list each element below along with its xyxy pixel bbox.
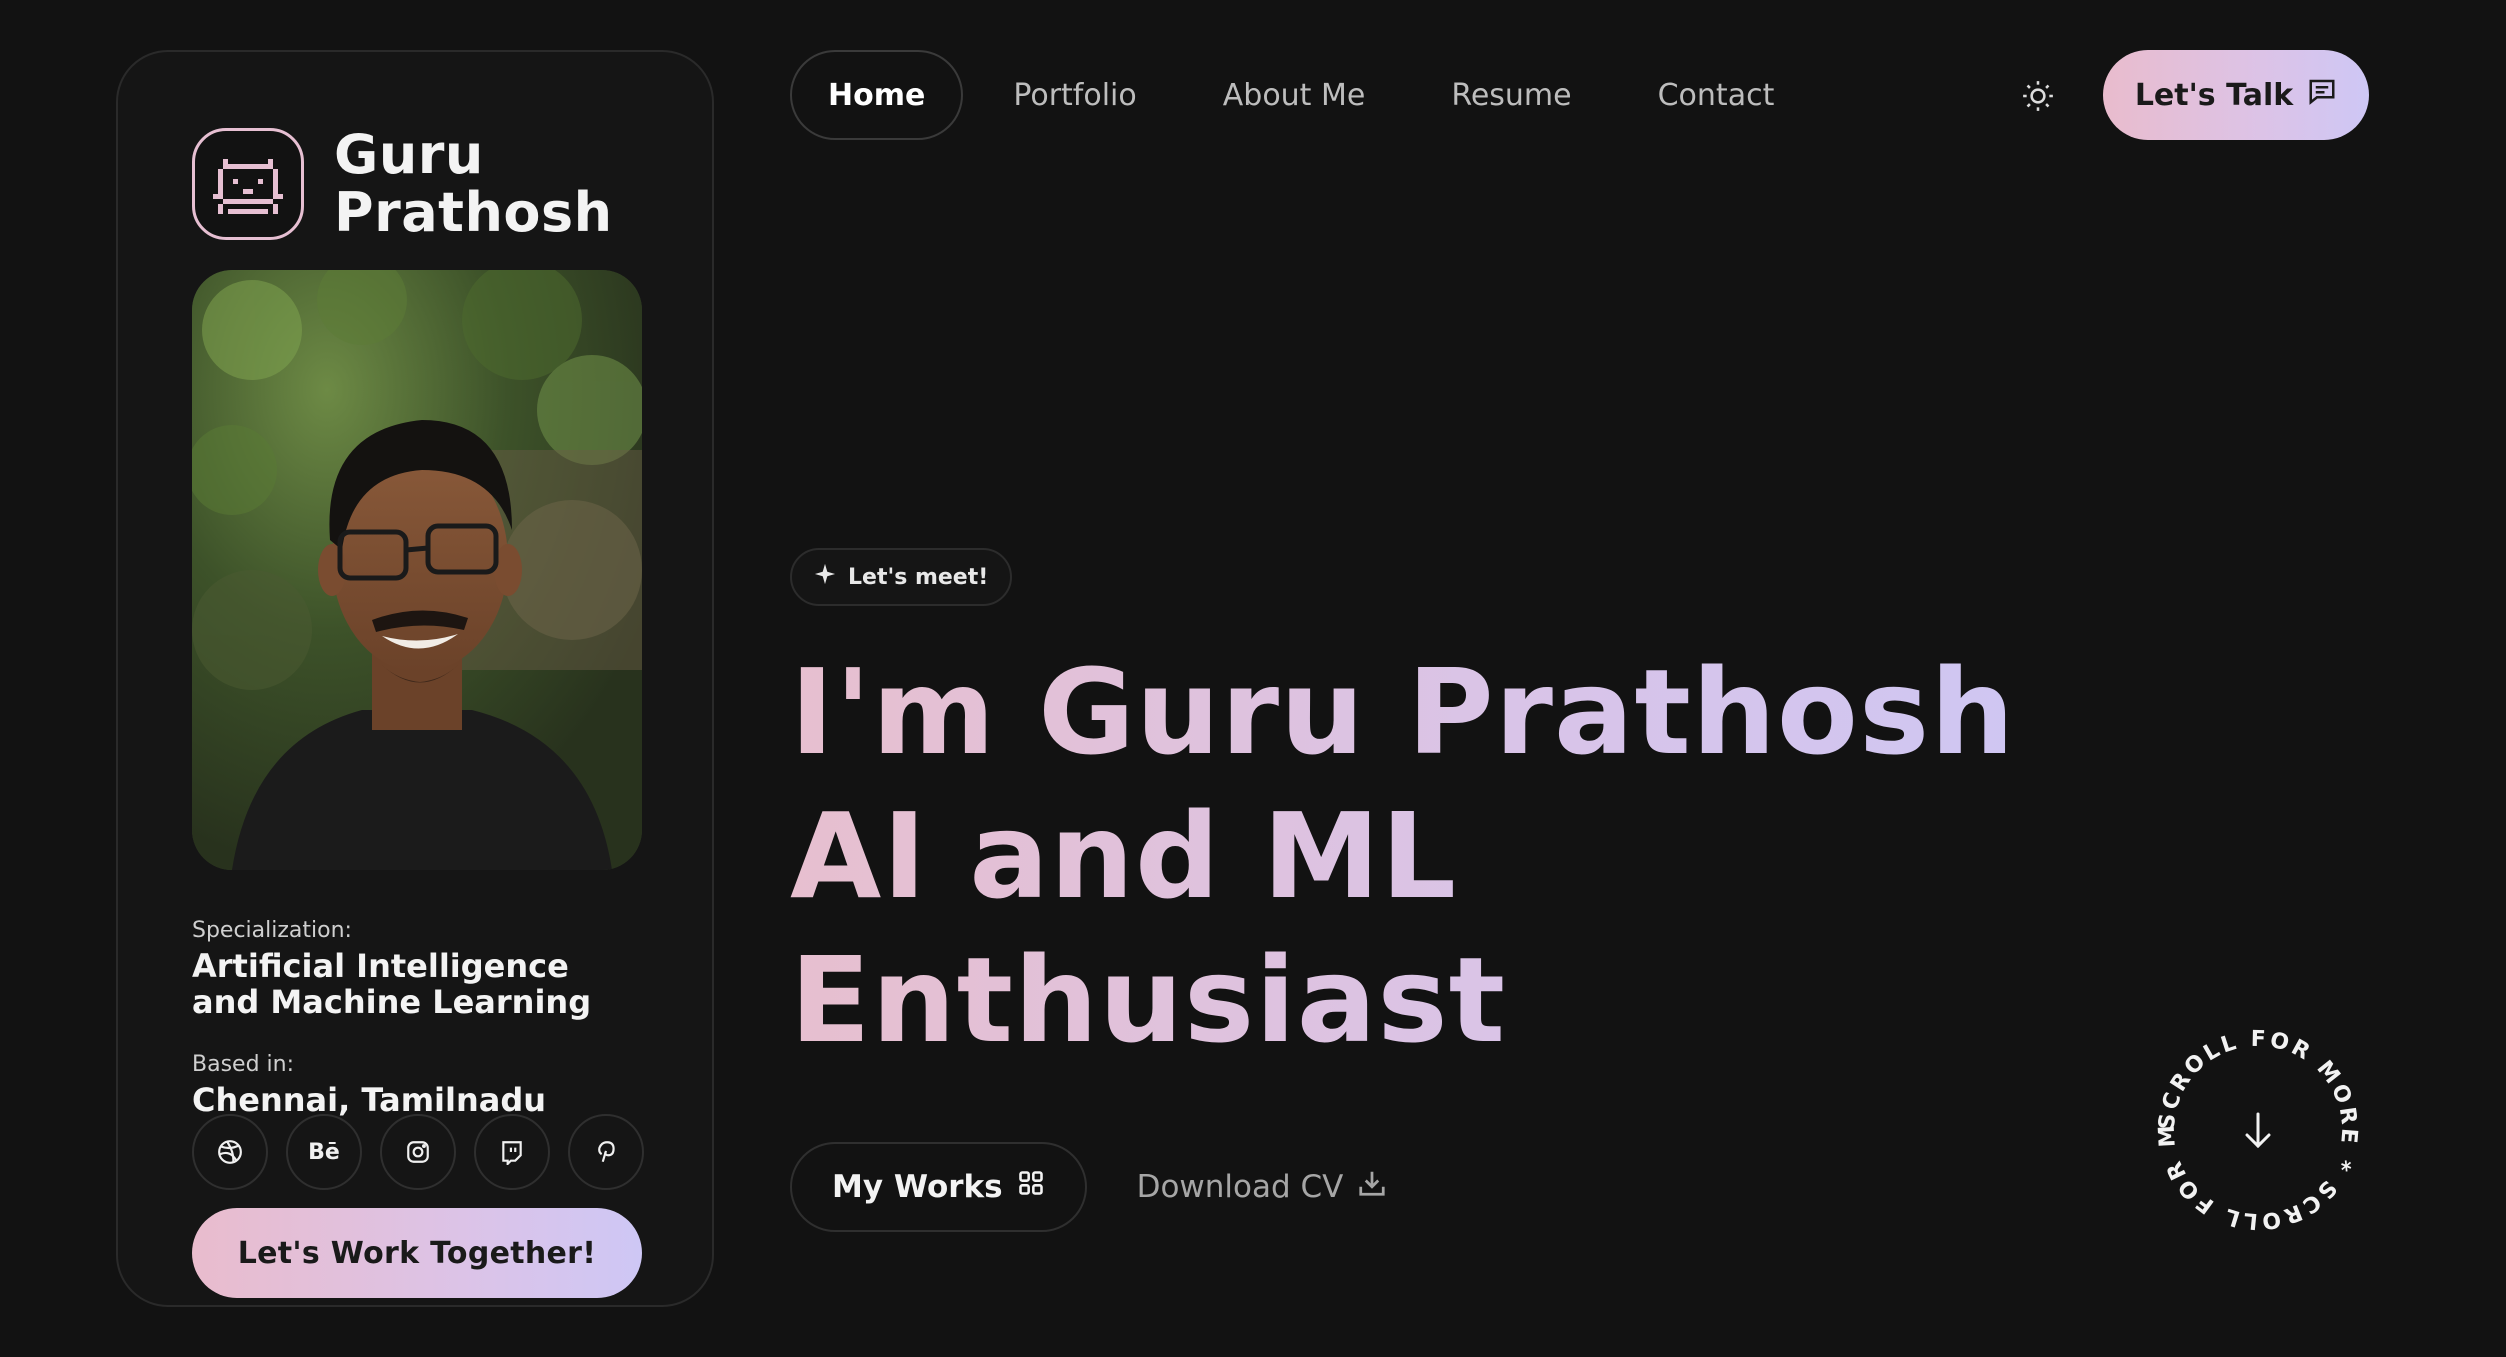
- behance-glyph: Bē: [308, 1139, 340, 1165]
- lets-meet-chip: Let's meet!: [790, 548, 1013, 606]
- brand-name-line1: Guru: [334, 123, 484, 186]
- hero-line1: I'm Guru Prathosh: [790, 640, 2015, 784]
- based-label: Based in:: [192, 1052, 294, 1077]
- lets-meet-label: Let's meet!: [848, 564, 989, 590]
- pinterest-icon[interactable]: [568, 1114, 644, 1190]
- pixel-cat-icon: [192, 128, 304, 240]
- social-links: Bē: [192, 1114, 644, 1190]
- download-cv-button[interactable]: Download CV: [1137, 1168, 1388, 1206]
- sun-icon[interactable]: [2018, 76, 2058, 116]
- hero-line3: Enthusiast: [790, 928, 2015, 1072]
- download-cv-label: Download CV: [1136, 1169, 1344, 1205]
- my-works-button[interactable]: My Works: [790, 1142, 1087, 1232]
- dribbble-icon[interactable]: [192, 1114, 268, 1190]
- behance-icon[interactable]: Bē: [286, 1114, 362, 1190]
- download-icon: [1357, 1168, 1387, 1206]
- based-value: Chennai, Tamilnadu: [192, 1081, 547, 1119]
- nav-contact[interactable]: Contact: [1622, 50, 1811, 140]
- my-works-label: My Works: [832, 1169, 1003, 1205]
- specialization-line1: Artificial Intelligence: [192, 947, 569, 985]
- scroll-for-more-badge[interactable]: SCROLL FOR MORE * SCROLL FOR MORE *: [2137, 1001, 2368, 1240]
- grid-icon: [1017, 1169, 1045, 1205]
- hero-actions: My Works Download CV: [790, 1142, 1387, 1232]
- sparkle-icon: [814, 563, 836, 591]
- message-icon: [2307, 76, 2337, 114]
- scroll-badge-text: SCROLL FOR MORE * SCROLL FOR MORE *: [2137, 1001, 2358, 1234]
- brand[interactable]: Guru Prathosh: [192, 126, 613, 242]
- nav-home[interactable]: Home: [790, 50, 964, 140]
- work-together-button[interactable]: Let's Work Together!: [192, 1208, 642, 1298]
- brand-name: Guru Prathosh: [334, 126, 613, 242]
- svg-text:SCROLL FOR MORE * SCROLL FOR M: SCROLL FOR MORE * SCROLL FOR MORE *: [2148, 1020, 2361, 1234]
- nav-resume[interactable]: Resume: [1415, 50, 1607, 140]
- nav-portfolio[interactable]: Portfolio: [977, 50, 1172, 140]
- hero-line2: AI and ML: [790, 784, 2015, 928]
- hero-heading: I'm Guru Prathosh AI and ML Enthusiast: [790, 640, 2015, 1072]
- specialization-label: Specialization:: [192, 918, 352, 943]
- instagram-icon[interactable]: [380, 1114, 456, 1190]
- specialization-line2: and Machine Learning: [192, 983, 592, 1021]
- lets-talk-label: Let's Talk: [2134, 77, 2294, 113]
- main-nav: Home Portfolio About Me Resume Contact: [790, 50, 1824, 140]
- profile-card: Guru Prathosh Specialization: Artificial…: [116, 50, 714, 1307]
- twitch-icon[interactable]: [474, 1114, 550, 1190]
- specialization-value: Artificial Intelligence and Machine Lear…: [192, 948, 591, 1020]
- arrow-down-icon: [2245, 1112, 2271, 1149]
- lets-talk-button[interactable]: Let's Talk: [2103, 50, 2369, 140]
- brand-name-line2: Prathosh: [334, 181, 613, 244]
- nav-about-me[interactable]: About Me: [1187, 50, 1402, 140]
- profile-photo: [192, 270, 642, 870]
